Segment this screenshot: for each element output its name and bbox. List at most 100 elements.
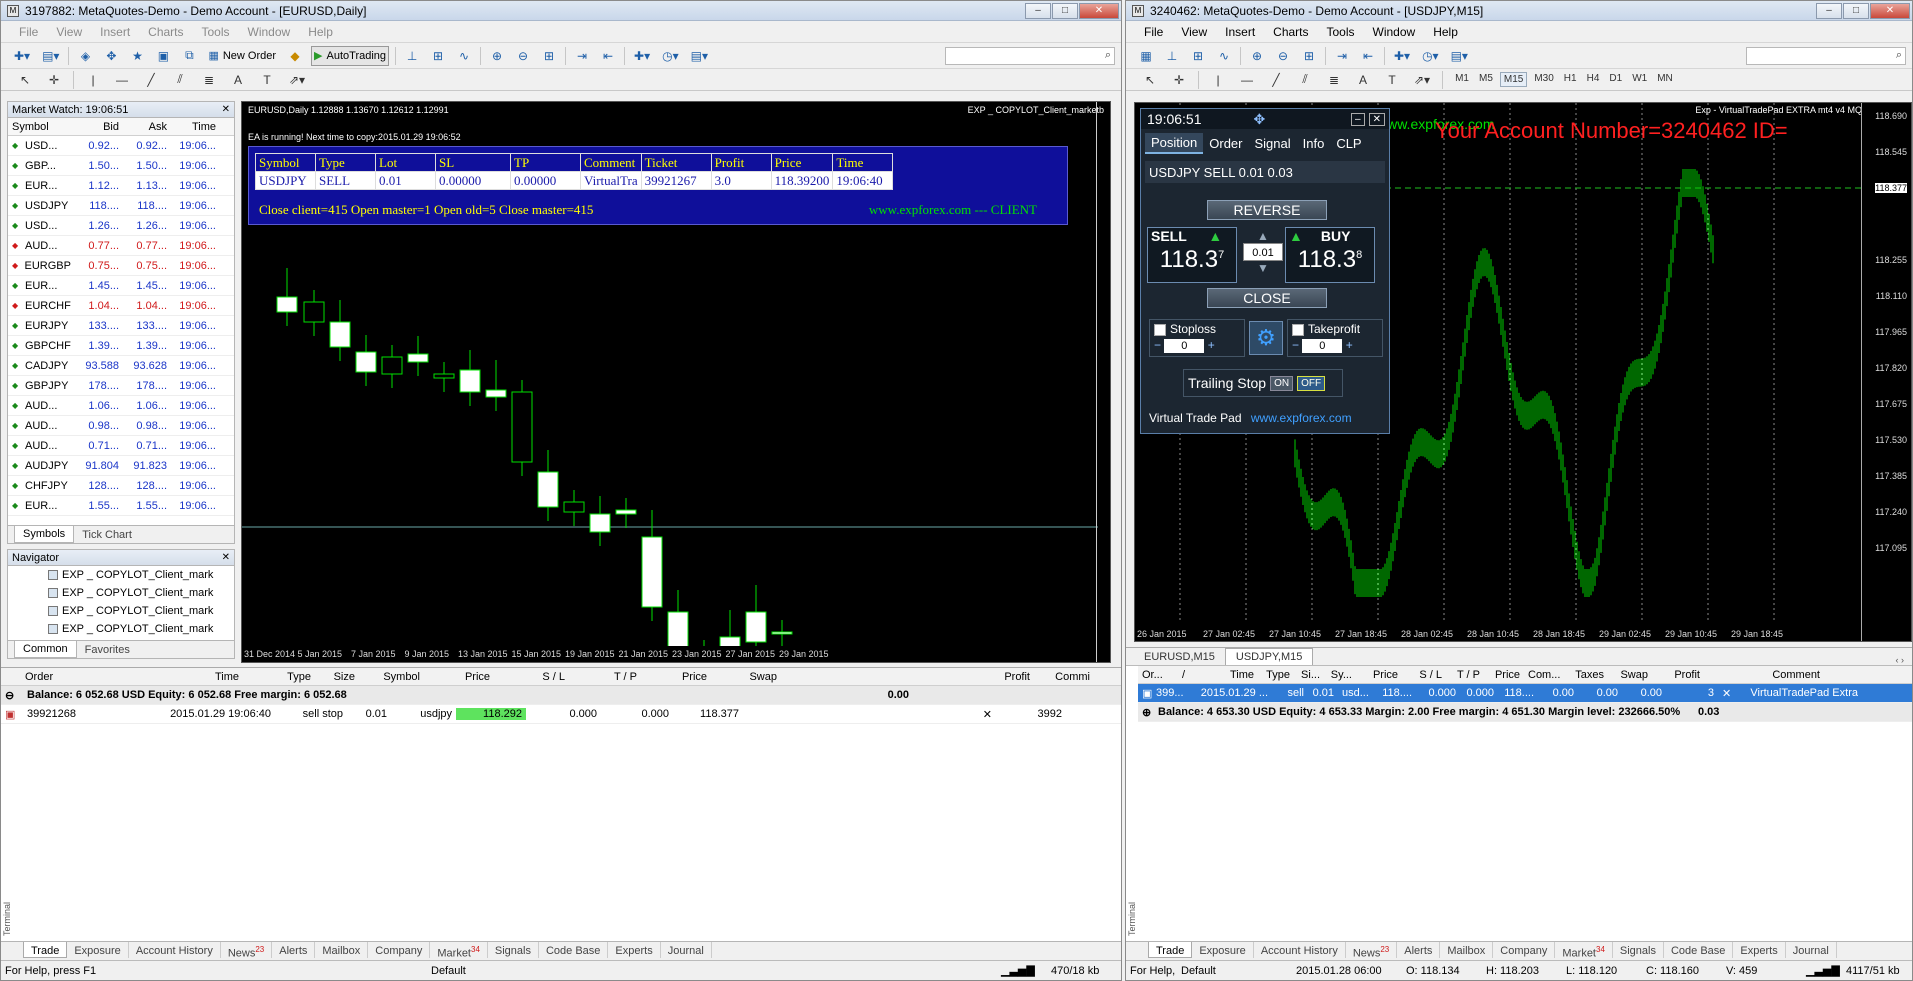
tab-company[interactable]: Company <box>368 942 431 958</box>
takeprofit-checkbox[interactable] <box>1292 323 1304 336</box>
bar-chart-icon[interactable]: ⊥ <box>1162 46 1182 66</box>
timeframe-w1[interactable]: W1 <box>1629 72 1650 87</box>
menu-view[interactable]: View <box>1181 25 1207 39</box>
pad-tab-info[interactable]: Info <box>1297 134 1331 153</box>
market-watch-row[interactable]: ◆ AUD... 0.98... 0.98... 19:06... <box>8 416 234 436</box>
tab-mailbox[interactable]: Mailbox <box>315 942 369 958</box>
menu-tools[interactable]: Tools <box>1327 25 1355 39</box>
close-button[interactable]: ✕ <box>1870 2 1910 19</box>
market-watch-row[interactable]: ◆ AUDJPY 91.804 91.823 19:06... <box>8 456 234 476</box>
menu-window[interactable]: Window <box>248 25 291 39</box>
zoom-out-icon[interactable]: ⊖ <box>1273 46 1293 66</box>
takeprofit-field[interactable]: 0 <box>1302 339 1343 353</box>
settings-gear-icon[interactable]: ⚙ <box>1249 321 1283 355</box>
market-watch-row[interactable]: ◆ USDJPY 118.... 118.... 19:06... <box>8 196 234 216</box>
close-icon[interactable]: ✕ <box>222 104 230 115</box>
new-chart-icon[interactable]: ▦ <box>1136 46 1156 66</box>
fibo-icon[interactable]: ≣ <box>199 70 219 90</box>
eurusd-daily-chart[interactable]: EURUSD,Daily 1.12888 1.13670 1.12612 1.1… <box>241 101 1111 663</box>
zoom-in-icon[interactable]: ⊕ <box>1247 46 1267 66</box>
close-icon[interactable]: ✕ <box>1368 112 1385 126</box>
lot-stepper[interactable]: ▲ 0.01 ▼ <box>1243 229 1283 275</box>
autotrading-button[interactable]: ▶ AutoTrading <box>311 45 390 66</box>
trade-col-header[interactable]: Type <box>243 671 315 683</box>
line-chart-icon[interactable]: ∿ <box>1214 46 1234 66</box>
trade-col-header[interactable]: Price <box>1356 669 1402 681</box>
periods-icon[interactable]: ◷▾ <box>1419 46 1442 66</box>
horizontal-line-icon[interactable]: — <box>1237 70 1257 90</box>
candlestick-icon[interactable]: ⊞ <box>1188 46 1208 66</box>
indicators-icon[interactable]: ✚▾ <box>631 46 653 66</box>
vertical-line-icon[interactable]: | <box>1208 70 1228 90</box>
market-watch-row[interactable]: ◆ EUR... 1.12... 1.13... 19:06... <box>8 176 234 196</box>
search-input[interactable]: ⌕ <box>945 46 1115 65</box>
menu-charts[interactable]: Charts <box>148 25 183 39</box>
search-input[interactable]: ⌕ <box>1746 46 1906 65</box>
crosshair-icon[interactable]: ✛ <box>44 70 64 90</box>
bar-chart-icon[interactable]: ⊥ <box>402 46 422 66</box>
trade-col-header[interactable]: Commi <box>1034 671 1094 683</box>
timeframe-m15[interactable]: M15 <box>1499 72 1528 87</box>
candlestick-icon[interactable]: ⊞ <box>428 46 448 66</box>
plus-icon[interactable]: + <box>1208 338 1215 352</box>
arrows-icon[interactable]: ⇗▾ <box>1411 70 1433 90</box>
trade-col-header[interactable]: S / L <box>494 671 569 683</box>
trade-col-header[interactable]: Price <box>641 671 711 683</box>
autoscroll-icon[interactable]: ⇥ <box>572 46 592 66</box>
market-watch-row[interactable]: ◆ AUD... 0.71... 0.71... 19:06... <box>8 436 234 456</box>
col-symbol[interactable]: Symbol <box>8 121 71 133</box>
close-button[interactable]: ✕ <box>1079 2 1119 19</box>
market-watch-row[interactable]: ◆ AUD... 1.06... 1.06... 19:06... <box>8 396 234 416</box>
zoom-in-icon[interactable]: ⊕ <box>487 46 507 66</box>
trade-col-header[interactable]: Comment <box>1704 669 1824 681</box>
trailing-off-button[interactable]: OFF <box>1297 375 1326 391</box>
lot-field[interactable]: 0.01 <box>1243 243 1283 261</box>
trade-col-header[interactable]: Type <box>1258 669 1294 681</box>
trade-col-header[interactable]: Sy... <box>1324 669 1356 681</box>
close-position-icon[interactable]: ✕ <box>1718 687 1732 700</box>
tab-signals[interactable]: Signals <box>1613 942 1664 958</box>
navigator-icon[interactable]: ★ <box>127 46 147 66</box>
pad-tab-position[interactable]: Position <box>1145 132 1204 154</box>
tab-common[interactable]: Common <box>14 641 77 658</box>
market-watch-row[interactable]: ◆ GBP... 1.50... 1.50... 19:06... <box>8 156 234 176</box>
menu-tools[interactable]: Tools <box>202 25 230 39</box>
tab-mailbox[interactable]: Mailbox <box>1440 942 1494 958</box>
templates-icon[interactable]: ▤▾ <box>688 46 711 66</box>
market-watch-row[interactable]: ◆ CHFJPY 128.... 128.... 19:06... <box>8 476 234 496</box>
navigator-item[interactable]: EXP _ COPYLOT_Client_mark <box>8 602 234 620</box>
tab-exposure[interactable]: Exposure <box>1192 942 1254 958</box>
tab-market[interactable]: Market34 <box>1555 942 1613 960</box>
tab-company[interactable]: Company <box>1493 942 1556 958</box>
menu-charts[interactable]: Charts <box>1273 25 1308 39</box>
market-watch-row[interactable]: ◆ EURCHF 1.04... 1.04... 19:06... <box>8 296 234 316</box>
trade-col-header[interactable]: / <box>1178 669 1192 681</box>
text-icon[interactable]: A <box>1353 70 1373 90</box>
data-window-icon[interactable]: ✥ <box>101 46 121 66</box>
tab-experts[interactable]: Experts <box>1733 942 1786 958</box>
lot-up-icon[interactable]: ▲ <box>1243 229 1283 243</box>
arrows-icon[interactable]: ⇗▾ <box>286 70 308 90</box>
trade-col-header[interactable]: Price <box>1484 669 1524 681</box>
col-ask[interactable]: Ask <box>122 121 170 133</box>
timeframe-m1[interactable]: M1 <box>1452 72 1472 87</box>
navigator-item[interactable]: EXP _ COPYLOT_Client_mark <box>8 584 234 602</box>
text-icon[interactable]: A <box>228 70 248 90</box>
buy-button[interactable]: ▲ BUY 118.38 <box>1285 227 1375 283</box>
tab-trade[interactable]: Trade <box>1148 942 1193 958</box>
tile-windows-icon[interactable]: ⊞ <box>539 46 559 66</box>
menu-file[interactable]: File <box>1144 25 1163 39</box>
timeframe-h1[interactable]: H1 <box>1561 72 1580 87</box>
new-order-button[interactable]: ▦ New Order <box>205 46 279 66</box>
trade-col-header[interactable]: Profit <box>781 671 1034 683</box>
tab-trade[interactable]: Trade <box>23 942 68 958</box>
navigator-item[interactable]: EXP _ COPYLOT_Client_mark <box>8 620 234 638</box>
menu-help[interactable]: Help <box>308 25 333 39</box>
market-watch-icon[interactable]: ◈ <box>75 46 95 66</box>
menu-window[interactable]: Window <box>1373 25 1416 39</box>
timeframe-mn[interactable]: MN <box>1654 72 1676 87</box>
minus-icon[interactable]: − <box>1292 338 1299 352</box>
tab-eurusd-m15[interactable]: EURUSD,M15 <box>1134 649 1225 665</box>
tab-news[interactable]: News23 <box>1346 942 1398 960</box>
trade-col-header[interactable]: Time <box>1192 669 1258 681</box>
